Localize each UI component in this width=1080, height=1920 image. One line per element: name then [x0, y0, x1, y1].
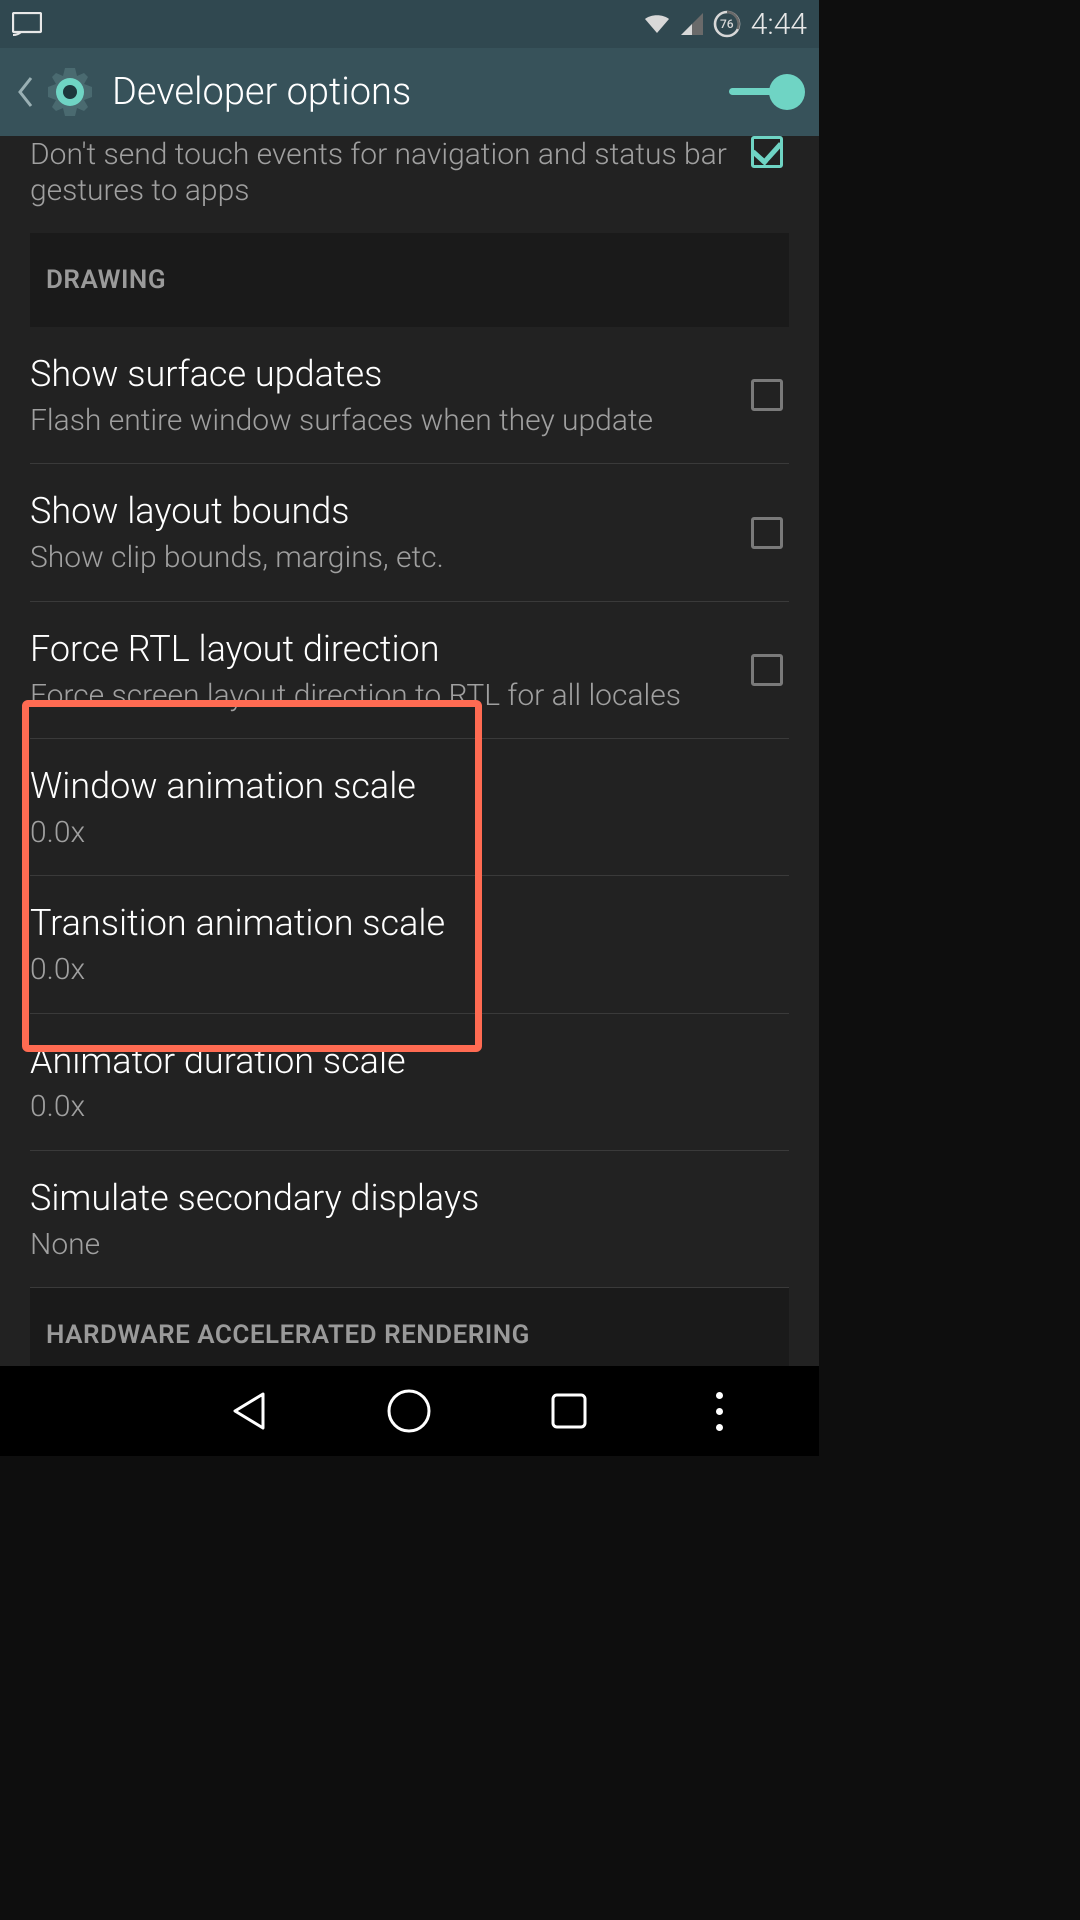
nav-home-button[interactable] [379, 1381, 439, 1441]
setting-animator-duration-scale[interactable]: Animator duration scale 0.0x [30, 1014, 789, 1151]
wifi-icon [643, 13, 671, 35]
master-toggle[interactable] [729, 78, 805, 106]
battery-circle-icon: 76 [713, 10, 741, 38]
setting-value: 0.0x [30, 814, 777, 852]
battery-pct: 76 [713, 10, 741, 38]
setting-show-layout-bounds[interactable]: Show layout bounds Show clip bounds, mar… [30, 464, 789, 601]
setting-value: 0.0x [30, 1088, 777, 1126]
nav-back-button[interactable] [220, 1381, 280, 1441]
app-title: Developer options [112, 70, 723, 114]
setting-title: Simulate secondary displays [30, 1175, 777, 1222]
settings-gear-icon[interactable] [42, 64, 98, 120]
setting-window-animation-scale[interactable]: Window animation scale 0.0x [30, 739, 789, 876]
setting-title: Transition animation scale [30, 900, 777, 947]
setting-block-gesture[interactable]: Block gesture touch events Don't send to… [30, 136, 789, 233]
section-header-hardware: HARDWARE ACCELERATED RENDERING [30, 1288, 789, 1366]
setting-value: 0.0x [30, 951, 777, 989]
setting-force-rtl[interactable]: Force RTL layout direction Force screen … [30, 602, 789, 739]
settings-content: Block gesture touch events Don't send to… [0, 136, 819, 1366]
signal-icon [681, 13, 703, 35]
status-time: 4:44 [751, 7, 807, 42]
setting-title: Force RTL layout direction [30, 626, 739, 673]
nav-more-button[interactable] [699, 1392, 739, 1431]
navigation-bar [0, 1366, 819, 1456]
setting-title: Window animation scale [30, 763, 777, 810]
setting-title: Show layout bounds [30, 488, 739, 535]
nav-recent-button[interactable] [539, 1381, 599, 1441]
setting-subtitle: Flash entire window surfaces when they u… [30, 402, 739, 440]
cast-icon [12, 12, 42, 36]
checkbox-icon[interactable] [751, 136, 783, 168]
setting-transition-animation-scale[interactable]: Transition animation scale 0.0x [30, 876, 789, 1013]
setting-simulate-secondary-displays[interactable]: Simulate secondary displays None [30, 1151, 789, 1288]
setting-title: Show surface updates [30, 351, 739, 398]
setting-show-surface-updates[interactable]: Show surface updates Flash entire window… [30, 327, 789, 464]
checkbox-icon[interactable] [751, 654, 783, 686]
section-header-drawing: DRAWING [30, 233, 789, 327]
checkbox-icon[interactable] [751, 379, 783, 411]
setting-subtitle: Show clip bounds, margins, etc. [30, 539, 739, 577]
setting-title: Animator duration scale [30, 1038, 777, 1085]
setting-subtitle: Force screen layout direction to RTL for… [30, 677, 739, 715]
status-bar: 76 4:44 [0, 0, 819, 48]
back-chevron-icon[interactable] [14, 72, 36, 112]
setting-subtitle: Don't send touch events for navigation a… [30, 137, 739, 209]
app-bar: Developer options [0, 48, 819, 136]
setting-value: None [30, 1226, 777, 1264]
checkbox-icon[interactable] [751, 517, 783, 549]
